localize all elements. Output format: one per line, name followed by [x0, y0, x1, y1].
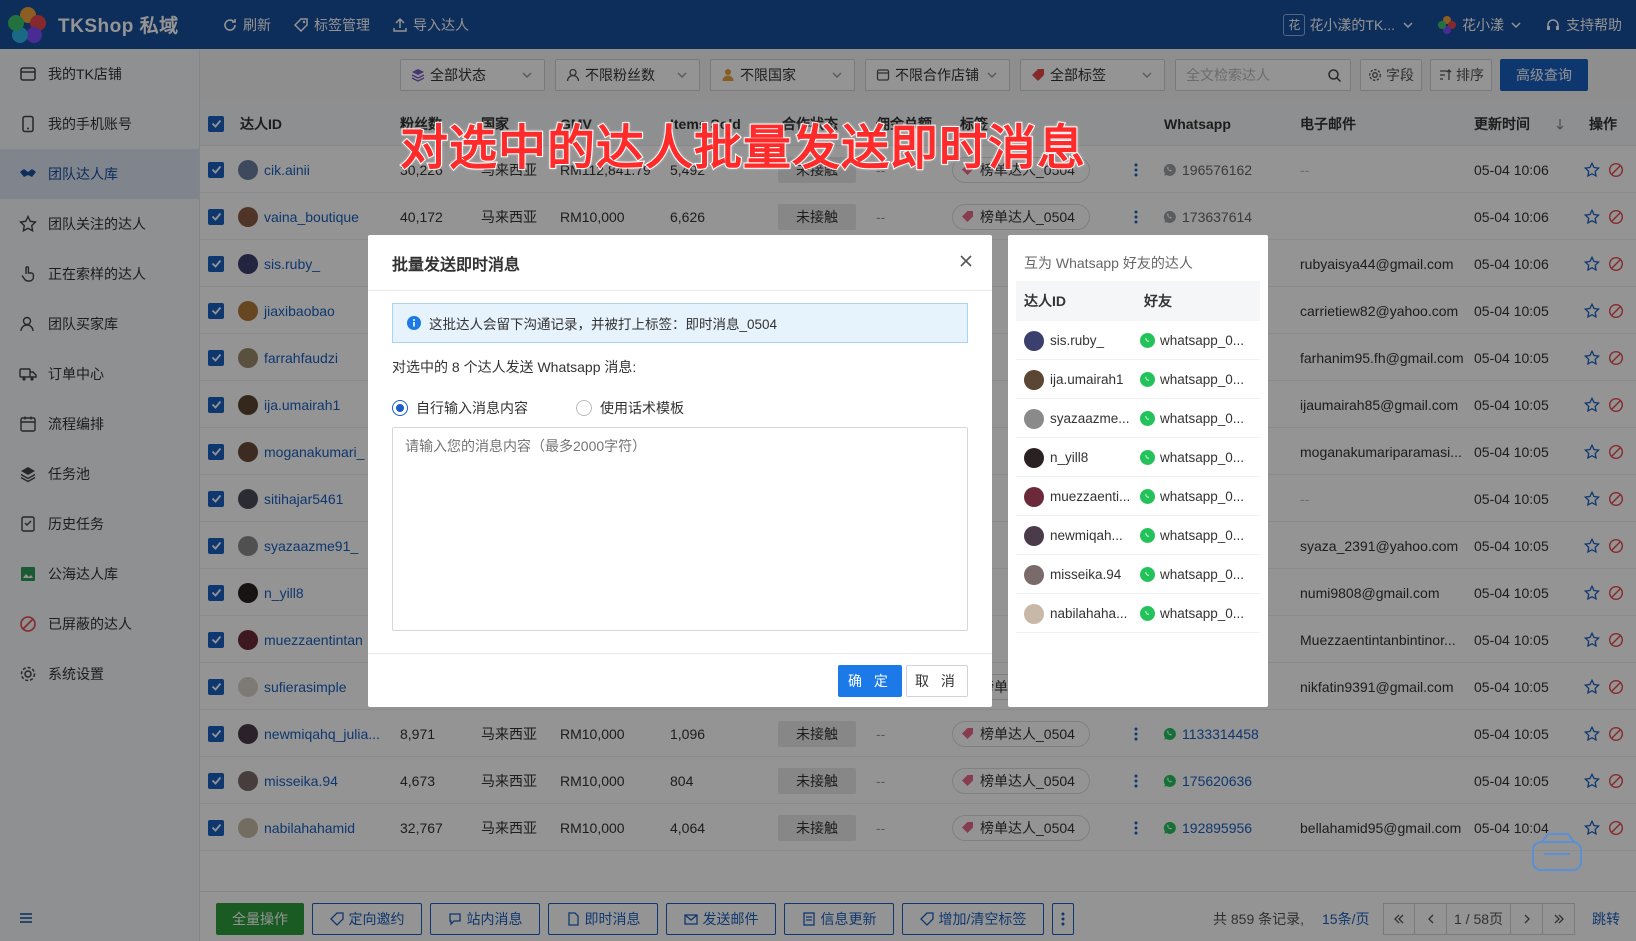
whatsapp-icon	[1140, 606, 1155, 621]
friend-account: whatsapp_0...	[1160, 411, 1245, 426]
friend-id: nabilahaha...	[1050, 606, 1128, 621]
avatar	[1024, 447, 1044, 468]
friend-account: whatsapp_0...	[1160, 489, 1245, 504]
panel-title: 互为 Whatsapp 好友的达人	[1024, 255, 1193, 271]
avatar	[1024, 369, 1044, 390]
friend-id: syazaazme...	[1050, 411, 1130, 426]
radio-custom-label: 自行输入消息内容	[416, 400, 528, 416]
avatar	[1024, 603, 1044, 624]
panel-col-friend: 好友	[1144, 293, 1172, 309]
overlay-caption: 对选中的达人批量发送即时消息	[399, 119, 1087, 177]
friend-account-cell: whatsapp_0...	[1140, 594, 1244, 633]
friend-id: n_yill8	[1050, 450, 1089, 465]
friend-id: ija.umairah1	[1050, 372, 1124, 387]
friend-id: newmiqah...	[1050, 528, 1123, 543]
modal-footer: 确 定 取 消	[368, 653, 992, 707]
friend-row[interactable]: syazaazme... whatsapp_0...	[1016, 399, 1260, 438]
info-banner: 这批达人会留下沟通记录，并被打上标签：即时消息_0504	[392, 303, 968, 343]
whatsapp-icon	[1140, 372, 1155, 387]
whatsapp-icon	[1140, 528, 1155, 543]
whatsapp-icon	[1140, 489, 1155, 504]
friend-account: whatsapp_0...	[1160, 333, 1245, 348]
friend-account-cell: whatsapp_0...	[1140, 360, 1244, 399]
close-icon[interactable]	[958, 253, 974, 272]
friend-id-cell: sis.ruby_	[1024, 321, 1104, 360]
info-icon	[407, 316, 421, 330]
whatsapp-icon	[1140, 450, 1155, 465]
friend-id-cell: misseika.94	[1024, 555, 1121, 594]
radio-unchecked-icon	[576, 400, 592, 416]
message-source-radio-group: 自行输入消息内容 使用话术模板	[392, 398, 684, 418]
friend-id-cell: nabilahaha...	[1024, 594, 1127, 633]
friend-row[interactable]: n_yill8 whatsapp_0...	[1016, 438, 1260, 477]
friend-account: whatsapp_0...	[1160, 606, 1245, 621]
whatsapp-friends-panel: 互为 Whatsapp 好友的达人 达人ID 好友 sis.ruby_whats…	[1008, 235, 1268, 707]
friend-id: misseika.94	[1050, 567, 1122, 582]
whatsapp-icon	[1140, 567, 1155, 582]
friend-id-cell: syazaazme...	[1024, 399, 1130, 438]
modal-description: 对选中的 8 个达人发送 Whatsapp 消息:	[392, 359, 637, 375]
friend-id-cell: muezzaenti...	[1024, 477, 1130, 516]
avatar	[1024, 564, 1044, 585]
friend-id: sis.ruby_	[1050, 333, 1105, 348]
whatsapp-icon	[1140, 333, 1155, 348]
friend-id: muezzaenti...	[1050, 489, 1131, 504]
friend-id-cell: n_yill8	[1024, 438, 1088, 477]
confirm-button[interactable]: 确 定	[838, 665, 902, 697]
friend-row[interactable]: newmiqah... whatsapp_0...	[1016, 516, 1260, 555]
friend-row[interactable]: misseika.94 whatsapp_0...	[1016, 555, 1260, 594]
avatar	[1024, 408, 1044, 429]
friend-row[interactable]: sis.ruby_ whatsapp_0...	[1016, 321, 1260, 360]
friend-account-cell: whatsapp_0...	[1140, 477, 1244, 516]
friend-row[interactable]: nabilahaha... whatsapp_0...	[1016, 594, 1260, 633]
info-text: 这批达人会留下沟通记录，并被打上标签：即时消息_0504	[429, 317, 778, 332]
cancel-button[interactable]: 取 消	[906, 665, 968, 697]
friend-row[interactable]: muezzaenti... whatsapp_0...	[1016, 477, 1260, 516]
avatar	[1024, 330, 1044, 351]
batch-message-modal: 批量发送即时消息 这批达人会留下沟通记录，并被打上标签：即时消息_0504 对选…	[368, 235, 992, 707]
radio-checked-icon	[392, 400, 408, 416]
avatar	[1024, 525, 1044, 546]
friend-account: whatsapp_0...	[1160, 372, 1245, 387]
message-textarea[interactable]	[392, 427, 968, 631]
friend-account-cell: whatsapp_0...	[1140, 399, 1244, 438]
radio-template[interactable]: 使用话术模板	[576, 398, 684, 418]
friend-account-cell: whatsapp_0...	[1140, 438, 1244, 477]
chat-float-icon[interactable]	[1530, 832, 1586, 879]
friend-id-cell: newmiqah...	[1024, 516, 1123, 555]
friend-account: whatsapp_0...	[1160, 450, 1245, 465]
friend-account-cell: whatsapp_0...	[1140, 555, 1244, 594]
friend-row[interactable]: ija.umairah1 whatsapp_0...	[1016, 360, 1260, 399]
friend-account-cell: whatsapp_0...	[1140, 321, 1244, 360]
panel-col-id: 达人ID	[1024, 293, 1066, 309]
friend-id-cell: ija.umairah1	[1024, 360, 1124, 399]
radio-template-label: 使用话术模板	[600, 400, 684, 416]
whatsapp-icon	[1140, 411, 1155, 426]
radio-custom-message[interactable]: 自行输入消息内容	[392, 398, 528, 418]
modal-title: 批量发送即时消息	[368, 235, 992, 291]
panel-table-header: 达人ID 好友	[1016, 281, 1260, 321]
friend-account-cell: whatsapp_0...	[1140, 516, 1244, 555]
friend-account: whatsapp_0...	[1160, 528, 1245, 543]
friend-account: whatsapp_0...	[1160, 567, 1245, 582]
avatar	[1024, 486, 1044, 507]
